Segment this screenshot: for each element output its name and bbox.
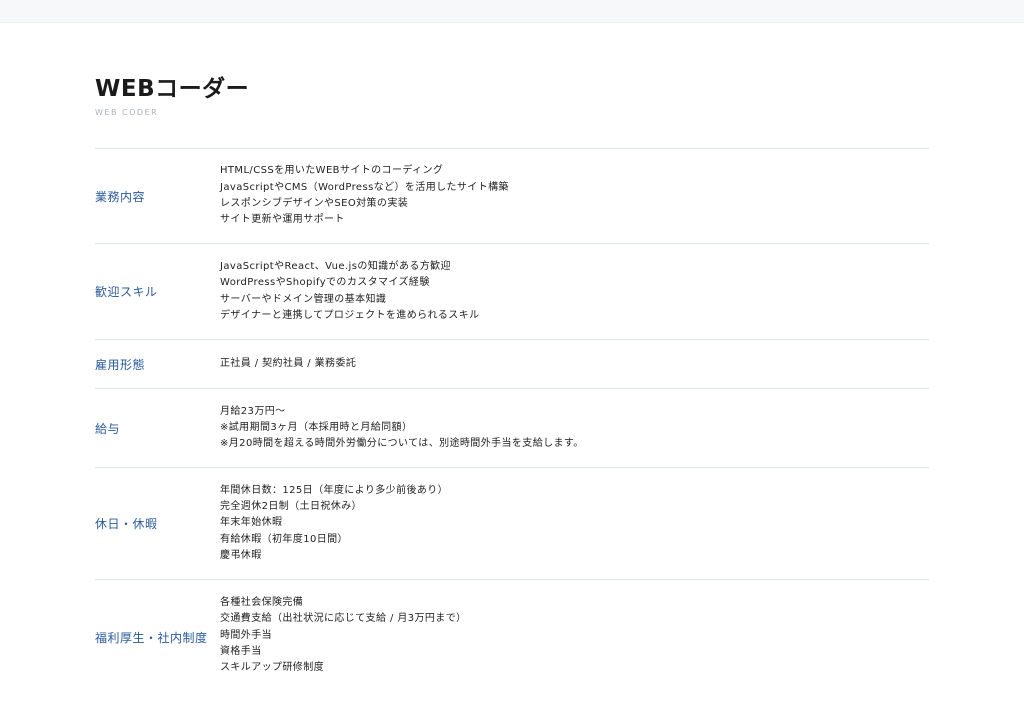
row-label: 業務内容	[95, 189, 146, 204]
content-line: 資格手当	[220, 645, 262, 657]
content-line: 年間休日数：125日（年度により多少前後あり）	[220, 484, 449, 496]
row-content: 年間休日数：125日（年度により多少前後あり） 完全週休2日制（土日祝休み） 年…	[220, 483, 929, 564]
row-content: HTML/CSSを用いたWEBサイトのコーディング JavaScriptやCMS…	[220, 163, 929, 228]
job-detail-table: 業務内容 HTML/CSSを用いたWEBサイトのコーディング JavaScrip…	[95, 148, 929, 708]
row-content: 各種社会保険完備 交通費支給（出社状況に応じて支給 / 月3万円まで） 時間外手…	[220, 595, 929, 676]
row-label: 給与	[95, 421, 121, 436]
content-line: スキルアップ研修制度	[220, 662, 324, 674]
content-line: 年末年始休暇	[220, 517, 283, 529]
content-line: レスポンシブデザインやSEO対策の実装	[220, 198, 409, 209]
page-subtitle: WEB CODER	[95, 108, 159, 117]
content-line: サイト更新や運用サポート	[220, 214, 345, 226]
content-line: 正社員 / 契約社員 / 業務委託	[220, 357, 357, 369]
content-line: 交通費支給（出社状況に応じて支給 / 月3万円まで）	[220, 613, 467, 625]
content-line: サーバーやドメイン管理の基本知識	[220, 293, 387, 305]
content-line: 慶弔休暇	[220, 549, 262, 561]
top-bar	[0, 0, 1024, 23]
content-line: デザイナーと連携してプロジェクトを進められるスキル	[220, 309, 480, 321]
table-row-welcome-skills: 歓迎スキル JavaScriptやReact、Vue.jsの知識がある方歓迎 W…	[95, 244, 929, 340]
row-content: 月給23万円〜 ※試用期間3ヶ月（本採用時と月給同額） ※月20時間を超える時間…	[220, 404, 929, 453]
table-row-benefits: 福利厚生・社内制度 各種社会保険完備 交通費支給（出社状況に応じて支給 / 月3…	[95, 580, 929, 708]
row-label: 歓迎スキル	[95, 285, 158, 299]
content-line: JavaScriptやReact、Vue.jsの知識がある方歓迎	[220, 260, 451, 272]
row-content: JavaScriptやReact、Vue.jsの知識がある方歓迎 WordPre…	[220, 259, 929, 324]
content-line: WordPressやShopifyでのカスタマイズ経験	[220, 277, 430, 289]
page-title: WEBコーダー	[95, 76, 250, 102]
row-label: 福利厚生・社内制度	[95, 631, 208, 645]
table-row-holidays: 休日・休暇 年間休日数：125日（年度により多少前後あり） 完全週休2日制（土日…	[95, 468, 929, 580]
table-row-employment-type: 雇用形態 正社員 / 契約社員 / 業務委託	[95, 340, 929, 389]
row-label: 雇用形態	[95, 357, 146, 372]
content-line: 完全週休2日制（土日祝休み）	[220, 501, 362, 513]
content-line: 時間外手当	[220, 629, 272, 641]
row-content: 正社員 / 契約社員 / 業務委託	[220, 356, 929, 372]
content-line: ※月20時間を超える時間外労働分については、別途時間外手当を支給します。	[220, 438, 584, 450]
row-label: 休日・休暇	[95, 517, 158, 531]
table-row-job-description: 業務内容 HTML/CSSを用いたWEBサイトのコーディング JavaScrip…	[95, 149, 929, 244]
content-line: 各種社会保険完備	[220, 597, 304, 608]
content-line: HTML/CSSを用いたWEBサイトのコーディング	[220, 165, 444, 177]
content-line: 月給23万円〜	[220, 405, 286, 417]
content-line: JavaScriptやCMS（WordPressなど）を活用したサイト構築	[220, 181, 509, 193]
table-row-salary: 給与 月給23万円〜 ※試用期間3ヶ月（本採用時と月給同額） ※月20時間を超え…	[95, 389, 929, 468]
content-line: 有給休暇（初年度10日間）	[220, 533, 348, 545]
job-detail-section: WEBコーダー WEB CODER 業務内容 HTML/CSSを用いたWEBサイ…	[95, 74, 929, 673]
content-line: ※試用期間3ヶ月（本採用時と月給同額）	[220, 421, 413, 433]
